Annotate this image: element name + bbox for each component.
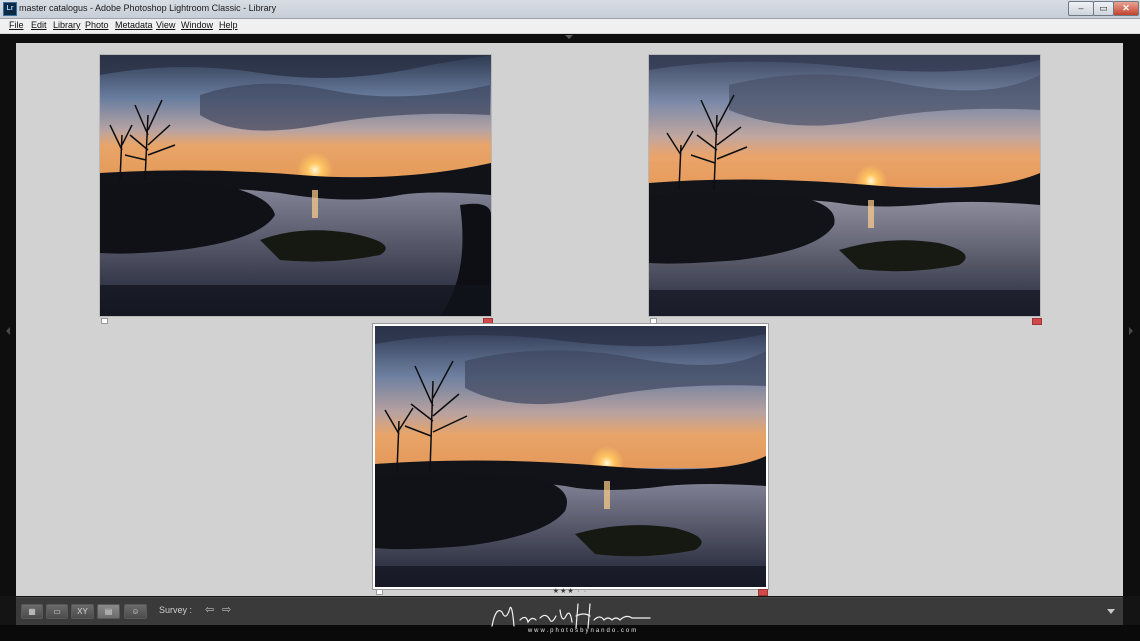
people-view-button[interactable]: ☺ bbox=[124, 604, 147, 619]
menu-help[interactable]: Help bbox=[219, 20, 238, 30]
color-label-red[interactable] bbox=[758, 589, 768, 596]
sunset-lake-photo bbox=[649, 55, 1040, 316]
grid-view-button[interactable]: ▦ bbox=[21, 604, 43, 619]
sunset-lake-photo bbox=[100, 55, 491, 316]
menu-edit[interactable]: Edit bbox=[31, 20, 47, 30]
menu-bar: File Edit Library Photo Metadata View Wi… bbox=[0, 19, 1140, 34]
left-panel-collapsed bbox=[0, 43, 16, 596]
loupe-view-button[interactable]: ▭ bbox=[46, 604, 68, 619]
next-photo-arrow-icon[interactable]: ⇨ bbox=[222, 603, 231, 617]
lightroom-window: Lr master catalogus - Adobe Photoshop Li… bbox=[0, 0, 1140, 641]
menu-window[interactable]: Window bbox=[181, 20, 213, 30]
menu-view[interactable]: View bbox=[156, 20, 175, 30]
right-panel-toggle-icon[interactable] bbox=[1129, 327, 1133, 335]
survey-view-icon: ▤ bbox=[104, 607, 113, 616]
watermark-url-text: www.photosbynando.com bbox=[527, 628, 639, 634]
loupe-view-icon: ▭ bbox=[53, 607, 61, 616]
previous-photo-arrow-icon[interactable]: ⇦ bbox=[205, 603, 214, 617]
people-view-icon: ☺ bbox=[131, 607, 140, 616]
close-button[interactable]: ✕ bbox=[1113, 1, 1139, 16]
toolbar-options-chevron-down-icon[interactable] bbox=[1107, 609, 1115, 614]
survey-photo[interactable] bbox=[649, 55, 1040, 316]
flag-marker-icon[interactable] bbox=[650, 318, 657, 324]
survey-view: ★★★ · · bbox=[16, 43, 1123, 596]
flag-marker-icon[interactable] bbox=[376, 589, 383, 595]
color-label-red[interactable] bbox=[1032, 318, 1042, 325]
menu-photo[interactable]: Photo bbox=[85, 20, 109, 30]
survey-photo[interactable] bbox=[100, 55, 491, 316]
left-panel-toggle-icon[interactable] bbox=[6, 327, 10, 335]
survey-view-button[interactable]: ▤ bbox=[97, 604, 120, 619]
menu-metadata[interactable]: Metadata bbox=[115, 20, 153, 30]
grid-view-icon: ▦ bbox=[28, 607, 36, 616]
minimize-button[interactable]: – bbox=[1068, 1, 1094, 16]
lightroom-app-icon: Lr bbox=[3, 2, 17, 16]
star-rating[interactable]: ★★★ · · bbox=[535, 587, 605, 595]
compare-view-icon: XY bbox=[77, 607, 88, 616]
color-label-red[interactable] bbox=[483, 318, 493, 325]
right-panel-collapsed bbox=[1123, 43, 1140, 596]
top-panel-toggle-icon[interactable] bbox=[565, 35, 573, 39]
view-mode-label: Survey : bbox=[159, 605, 193, 615]
maximize-button[interactable]: ▭ bbox=[1093, 1, 1114, 16]
menu-library[interactable]: Library bbox=[53, 20, 81, 30]
sunset-lake-photo bbox=[375, 326, 766, 587]
window-title: master catalogus - Adobe Photoshop Light… bbox=[19, 3, 277, 13]
menu-file[interactable]: File bbox=[9, 20, 24, 30]
survey-photo-selected[interactable] bbox=[375, 326, 766, 587]
flag-marker-icon[interactable] bbox=[101, 318, 108, 324]
compare-view-button[interactable]: XY bbox=[71, 604, 94, 619]
title-bar: Lr master catalogus - Adobe Photoshop Li… bbox=[0, 0, 1140, 19]
